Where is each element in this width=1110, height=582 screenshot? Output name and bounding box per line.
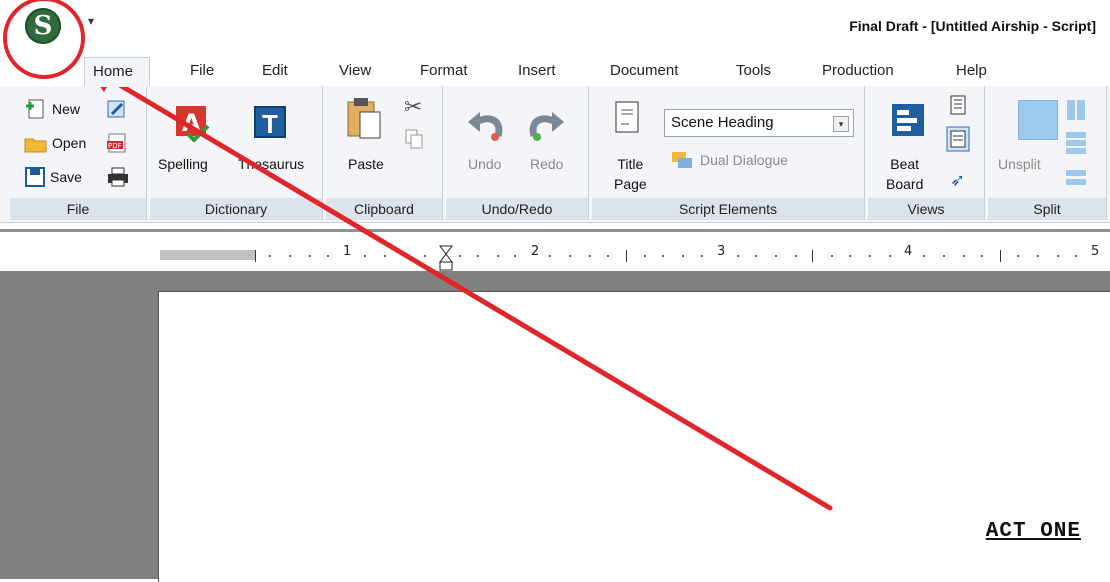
- tab-home[interactable]: Home: [84, 57, 150, 87]
- tab-view[interactable]: View: [331, 58, 379, 84]
- normal-view-icon[interactable]: [946, 126, 970, 152]
- undo-button[interactable]: Undo: [468, 156, 501, 172]
- paste-icon: [347, 98, 381, 139]
- svg-text:A: A: [182, 109, 201, 137]
- ruler-mark-1: 1: [343, 244, 352, 259]
- save-icon: [25, 167, 45, 187]
- group-label-views: Views: [868, 198, 984, 220]
- paste-button[interactable]: Paste: [348, 156, 384, 172]
- beat-board-label-2: Board: [886, 176, 924, 192]
- redo-icon: [529, 112, 564, 141]
- beat-board-label-1: Beat: [890, 156, 920, 172]
- ribbon-group-script-elements: Title Page Scene Heading ▾ Dual Dialogue…: [592, 86, 865, 220]
- thesaurus-button[interactable]: Thesaurus: [238, 156, 304, 172]
- group-label-split: Split: [988, 198, 1106, 220]
- title-page-label-1: Title: [617, 156, 644, 172]
- group-label-file: File: [10, 198, 146, 220]
- svg-text:PDF: PDF: [108, 142, 122, 150]
- group-label-clipboard: Clipboard: [326, 198, 442, 220]
- ribbon-group-clipboard: Paste ✂ Clipboard: [326, 86, 443, 220]
- save-button[interactable]: Save: [50, 169, 82, 185]
- ribbon: New Open PDF Save File A Spelling T Thes…: [0, 86, 1110, 223]
- ruler[interactable]: 1 2 3 4 5: [0, 229, 1110, 272]
- ribbon-tab-row: Home File Edit View Format Insert Docume…: [0, 52, 1110, 87]
- ribbon-group-file: New Open PDF Save File: [10, 86, 147, 220]
- tab-document[interactable]: Document: [602, 58, 686, 84]
- document-workspace: ACT ONE: [0, 271, 1110, 582]
- tab-format[interactable]: Format: [412, 58, 476, 84]
- group-label-undo-redo: Undo/Redo: [446, 198, 588, 220]
- spelling-button[interactable]: Spelling: [158, 156, 208, 172]
- ribbon-group-undo-redo: Undo Redo Undo/Redo: [446, 86, 589, 220]
- title-page-icon: [615, 101, 639, 133]
- split-vertical-icon[interactable]: [1064, 98, 1088, 122]
- act-one-heading[interactable]: ACT ONE: [986, 520, 1081, 543]
- redo-button[interactable]: Redo: [530, 156, 563, 172]
- ribbon-group-split: Unsplit Split: [988, 86, 1107, 220]
- open-button[interactable]: Open: [52, 135, 86, 151]
- cut-icon[interactable]: ✂: [404, 94, 422, 120]
- ruler-mark-5: 5: [1091, 244, 1100, 259]
- spelling-icon: A: [176, 106, 210, 142]
- thesaurus-icon: T: [254, 106, 286, 139]
- copy-icon[interactable]: [404, 128, 424, 150]
- dual-dialogue-button[interactable]: Dual Dialogue: [700, 152, 788, 168]
- dropdown-arrow-icon[interactable]: ▾: [833, 116, 849, 132]
- script-element-select-value: Scene Heading: [671, 114, 774, 131]
- split-horizontal-icon[interactable]: [1064, 130, 1088, 156]
- split-stack-icon[interactable]: [1064, 168, 1088, 188]
- app-button-glyph: S: [33, 11, 53, 41]
- ruler-ticks: [255, 245, 1077, 271]
- tab-insert[interactable]: Insert: [510, 58, 564, 84]
- tab-file[interactable]: File: [182, 58, 222, 84]
- window-title: Final Draft - [Untitled Airship - Script…: [849, 18, 1096, 34]
- split-pane-icon: [1018, 100, 1058, 140]
- ruler-mark-4: 4: [904, 244, 913, 259]
- new-button[interactable]: New: [52, 101, 80, 117]
- print-icon[interactable]: [106, 166, 130, 188]
- new-document-icon: [26, 99, 44, 119]
- script-page[interactable]: ACT ONE: [158, 291, 1110, 582]
- ruler-mark-2: 2: [531, 244, 540, 259]
- beat-board-button[interactable]: Beat Board: [886, 154, 923, 194]
- unsplit-button[interactable]: Unsplit: [998, 156, 1041, 172]
- quick-access-toolbar-chevron-icon[interactable]: ▾: [88, 14, 94, 28]
- title-bar: S ▾ Final Draft - [Untitled Airship - Sc…: [0, 0, 1110, 52]
- title-page-label-2: Page: [614, 176, 647, 192]
- tab-edit[interactable]: Edit: [254, 58, 296, 84]
- final-draft-logo-icon[interactable]: S: [25, 8, 61, 44]
- open-folder-icon: [24, 138, 47, 153]
- group-label-script-elements: Script Elements: [592, 198, 864, 220]
- ribbon-group-views: Beat Board ➶ Views: [868, 86, 985, 220]
- pdf-export-icon[interactable]: PDF: [106, 132, 128, 154]
- undo-icon: [468, 112, 503, 141]
- tab-help[interactable]: Help: [948, 58, 995, 84]
- tab-production[interactable]: Production: [814, 58, 902, 84]
- title-page-button[interactable]: Title Page: [614, 154, 647, 194]
- page-view-icon[interactable]: [948, 94, 968, 116]
- script-element-select[interactable]: Scene Heading ▾: [664, 109, 854, 137]
- edit-document-icon[interactable]: [106, 98, 128, 120]
- group-label-dictionary: Dictionary: [150, 198, 322, 220]
- dual-dialogue-icon: [672, 152, 692, 168]
- speed-view-rocket-icon[interactable]: ➶: [950, 170, 965, 191]
- tab-tools[interactable]: Tools: [728, 58, 779, 84]
- beat-board-icon: [892, 104, 924, 136]
- ribbon-group-dictionary: A Spelling T Thesaurus Dictionary: [150, 86, 323, 220]
- ruler-mark-3: 3: [717, 244, 726, 259]
